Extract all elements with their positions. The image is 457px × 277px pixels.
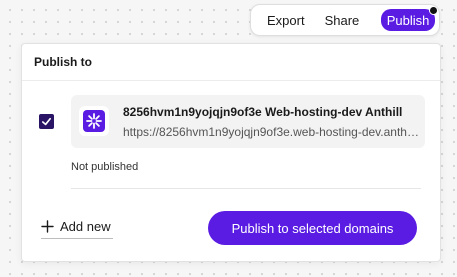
checkmark-icon — [42, 117, 51, 126]
add-new-label: Add new — [60, 219, 111, 234]
top-toolbar: Export Share Publish — [250, 4, 440, 36]
domain-card[interactable]: 8256hvm1n9yojqjn9of3e Web-hosting-dev An… — [71, 95, 425, 148]
add-new-button[interactable]: Add new — [41, 215, 113, 239]
publish-to-selected-button[interactable]: Publish to selected domains — [208, 211, 417, 245]
domain-url: https://8256hvm1n9yojqjn9of3e.web-hostin… — [123, 125, 419, 139]
publish-panel: Publish to 8256hvm1n9yojqjn9of3e Web-hos… — [21, 43, 441, 262]
publish-status: Not published — [71, 161, 139, 173]
panel-title: Publish to — [22, 44, 440, 81]
plus-icon — [41, 220, 54, 233]
site-logo — [79, 106, 109, 136]
divider — [71, 188, 421, 189]
starburst-logo-icon — [83, 110, 105, 132]
publish-button-label: Publish — [386, 12, 430, 28]
share-button[interactable]: Share — [315, 9, 370, 31]
publish-button[interactable]: Publish — [381, 6, 438, 31]
export-button[interactable]: Export — [257, 9, 315, 31]
domain-name: 8256hvm1n9yojqjn9of3e Web-hosting-dev An… — [123, 105, 403, 119]
domain-checkbox[interactable] — [39, 114, 54, 129]
notification-dot — [429, 6, 438, 15]
